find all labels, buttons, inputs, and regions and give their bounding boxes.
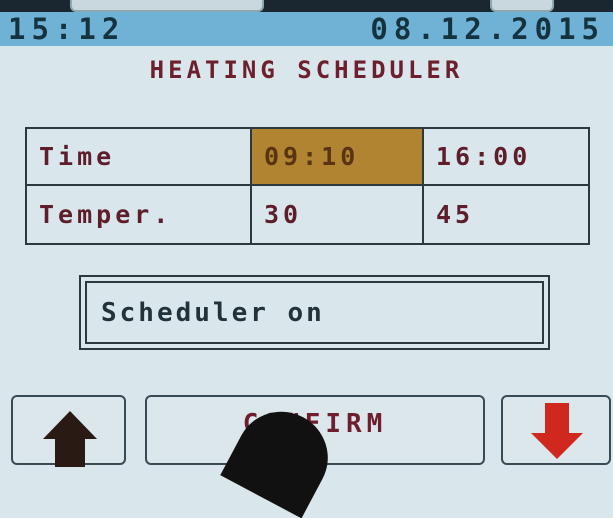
arrow-up-icon	[43, 411, 97, 467]
schedule-table: Time 09:10 16:00 Temper. 30 45	[25, 127, 590, 245]
time-end-cell[interactable]: 16:00	[424, 129, 588, 186]
temperature-end-cell[interactable]: 45	[424, 186, 588, 243]
temperature-start-cell[interactable]: 30	[252, 186, 424, 243]
bezel-tab	[490, 0, 554, 12]
row-label-time: Time	[27, 129, 252, 186]
increase-button[interactable]	[11, 395, 126, 467]
time-start-cell[interactable]: 09:10	[252, 129, 424, 186]
scheduler-status-label: Scheduler on	[101, 297, 325, 328]
arrow-down-icon	[531, 403, 583, 459]
current-date: 08.12.2015	[370, 12, 605, 46]
status-bar: 15:12 08.12.2015	[0, 12, 613, 46]
row-label-temperature: Temper.	[27, 186, 252, 243]
device-bezel	[0, 0, 613, 12]
bezel-tab	[70, 0, 264, 12]
scheduler-toggle[interactable]: Scheduler on	[79, 275, 550, 350]
clock-time: 15:12	[8, 12, 126, 46]
decrease-button[interactable]	[501, 395, 611, 465]
page-title: HEATING SCHEDULER	[149, 56, 464, 84]
